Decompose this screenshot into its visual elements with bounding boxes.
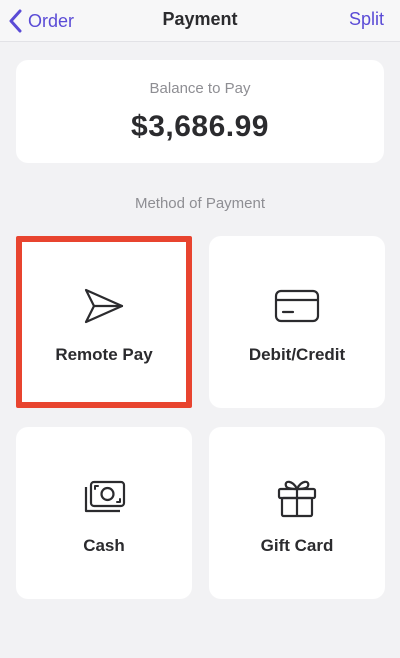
credit-card-icon [209, 284, 385, 328]
balance-card: Balance to Pay $3,686.99 [16, 60, 384, 163]
debit-credit-label: Debit/Credit [248, 345, 346, 364]
cash-label: Cash [83, 536, 125, 555]
gift-card-button[interactable]: Gift Card [209, 427, 385, 599]
gift-icon [209, 475, 385, 519]
method-of-payment-label: Method of Payment [134, 195, 266, 212]
split-button[interactable]: Split [349, 9, 384, 30]
paper-plane-icon [22, 284, 186, 328]
balance-amount: $3,686.99 [131, 110, 269, 143]
remote-pay-button[interactable]: Remote Pay [16, 236, 192, 408]
remote-pay-label: Remote Pay [55, 345, 153, 364]
balance-label: Balance to Pay [149, 80, 251, 97]
navigation-bar: Order Payment Split [0, 0, 400, 42]
cash-icon [16, 475, 192, 519]
debit-credit-button[interactable]: Debit/Credit [209, 236, 385, 408]
cash-button[interactable]: Cash [16, 427, 192, 599]
gift-card-label: Gift Card [260, 536, 334, 555]
page-title: Payment [162, 9, 238, 29]
